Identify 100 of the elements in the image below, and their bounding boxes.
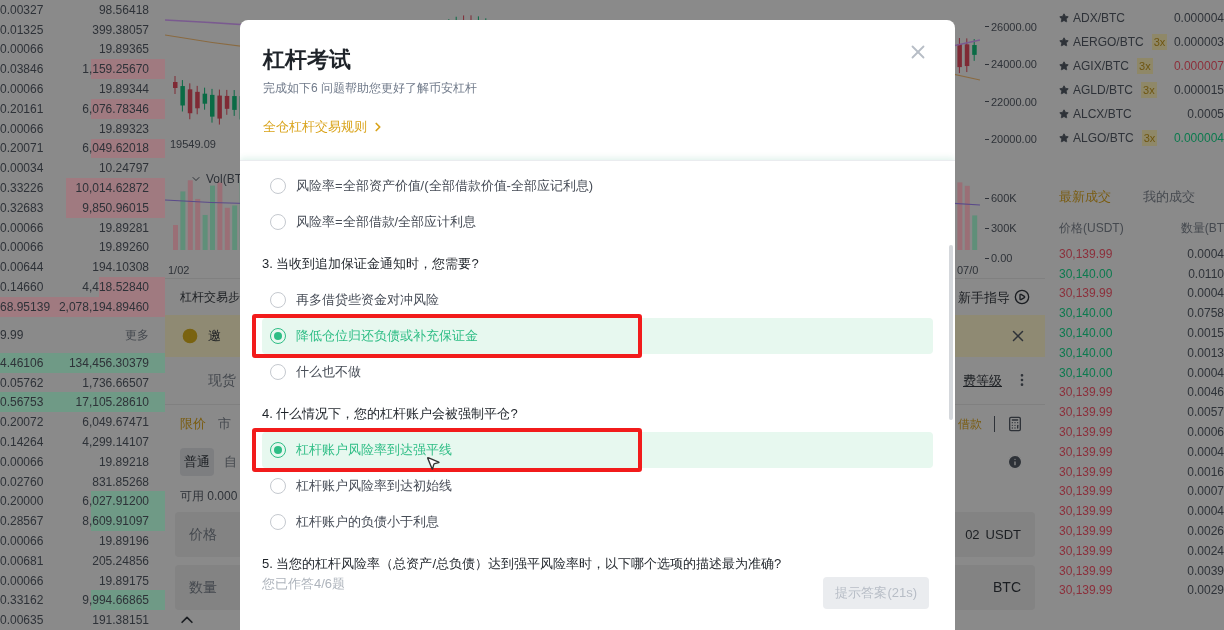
play-icon[interactable] <box>1014 289 1030 306</box>
trade-price: 30,139.99 <box>1059 542 1113 560</box>
question-text: 5. 当您的杠杆风险率（总资产/总负债）达到强平风险率时，以下哪个选项的描述最为准确? <box>262 555 783 573</box>
market-price: 0.000007 <box>1173 58 1224 75</box>
date-label: 1/02 <box>168 263 190 278</box>
order-amount: 0.20000 <box>0 493 44 511</box>
trade-price: 30,139.99 <box>1059 582 1113 600</box>
date-label: 07/0 <box>957 263 979 278</box>
trade-price: 30,139.99 <box>1059 503 1113 521</box>
guide-link[interactable]: 新手指导 <box>958 287 1010 308</box>
answer-option[interactable]: 杠杆账户风险率到达强平线 <box>262 432 933 468</box>
leverage-tag: 3x <box>1141 81 1157 99</box>
trade-amount: 0.0013 <box>1187 344 1224 362</box>
order-amount: 0.00066 <box>0 219 44 237</box>
rules-link[interactable]: 全仓杠杆交易规则 <box>263 117 385 137</box>
market-pair[interactable]: ALGO/BTC <box>1073 129 1134 147</box>
trade-price: 30,140.00 <box>1059 265 1113 283</box>
more-link[interactable]: 更多 <box>125 325 149 344</box>
trade-price: 30,140.00 <box>1059 364 1113 382</box>
answer-option[interactable]: 什么也不做 <box>262 354 933 390</box>
question-text: 4. 什么情况下，您的杠杆账户会被强制平仓? <box>262 405 519 423</box>
order-amount: 0.05762 <box>0 374 44 392</box>
market-price: 0.0005 <box>1187 106 1224 123</box>
order-amount: 0.00635 <box>0 612 44 630</box>
trade-price: 30,140.00 <box>1059 325 1113 343</box>
order-amount: 4.46106 <box>0 354 44 372</box>
volume-label: Vol(BT <box>206 171 242 188</box>
info-icon[interactable] <box>1007 453 1023 470</box>
volume-axis-label: 600K <box>991 190 1017 206</box>
progress-text: 您已作答4/6题 <box>262 575 346 593</box>
trades-tab[interactable]: 我的成交 <box>1143 187 1195 207</box>
price-axis-label: 26000.00 <box>991 19 1037 35</box>
order-amount: 0.01325 <box>0 21 44 39</box>
column-header: 价格(USDT) <box>1059 220 1124 237</box>
order-amount: 0.03846 <box>0 61 44 79</box>
trade-price: 30,139.99 <box>1059 562 1113 580</box>
mode-tab[interactable]: 自 <box>220 448 241 476</box>
trade-amount: 0.0004 <box>1187 245 1224 263</box>
order-total: 205.24856 <box>92 552 149 570</box>
trade-amount: 0.0007 <box>1187 483 1224 501</box>
favorite-star-icon[interactable] <box>1059 37 1069 47</box>
mouse-cursor-icon <box>425 455 441 471</box>
trade-amount: 0.0015 <box>1187 325 1224 343</box>
trade-amount: 0.0110 <box>1188 265 1224 283</box>
mode-tab[interactable]: 普通 <box>180 448 214 476</box>
order-amount: 0.00681 <box>0 552 44 570</box>
mid-price: 9.99 <box>0 326 24 344</box>
calculator-icon[interactable] <box>1007 416 1023 433</box>
order-total: 19.89218 <box>98 453 149 471</box>
favorite-star-icon[interactable] <box>1059 61 1069 71</box>
order-type-tab[interactable]: 市 <box>218 414 231 434</box>
favorite-star-icon[interactable] <box>1059 133 1069 143</box>
order-amount: 0.00066 <box>0 120 44 138</box>
market-pair[interactable]: ADX/BTC <box>1073 9 1125 27</box>
trade-amount: 0.0006 <box>1187 424 1224 442</box>
answer-option[interactable]: 再多借贷些资金对冲风险 <box>262 282 933 318</box>
market-pair[interactable]: AERGO/BTC <box>1073 33 1144 51</box>
volume-axis-label: 0.00 <box>991 250 1013 266</box>
order-amount: 0.00644 <box>0 259 44 277</box>
answer-option[interactable]: 风险率=全部资产价值/(全部借款价值-全部应记利息) <box>262 168 933 204</box>
banner-text: 邀 <box>208 327 221 346</box>
order-amount: 0.32683 <box>0 199 44 217</box>
order-total: 9,994.66865 <box>82 592 149 610</box>
spot-tab[interactable]: 现货 <box>208 369 236 391</box>
order-amount: 0.56753 <box>0 394 44 412</box>
favorite-star-icon[interactable] <box>1059 109 1069 119</box>
market-price: 0.000004 <box>1173 10 1224 27</box>
order-total: 19.89344 <box>98 81 149 99</box>
leverage-tag: 3x <box>1151 33 1168 51</box>
price-axis-label: 24000.00 <box>991 57 1037 72</box>
trade-amount: 0.0004 <box>1187 443 1224 461</box>
market-pair[interactable]: AGLD/BTC <box>1073 81 1133 99</box>
answer-option[interactable]: 风险率=全部借款/全部应计利息 <box>262 204 933 240</box>
order-total: 17,105.28610 <box>75 394 149 412</box>
alert-icon <box>182 328 198 345</box>
answer-option[interactable]: 降低仓位归还负债或补充保证金 <box>262 318 933 354</box>
fee-level-link[interactable]: 费等级 <box>963 370 1002 391</box>
order-total: 19.89175 <box>98 572 149 590</box>
volume-axis-label: 300K <box>991 220 1017 236</box>
trade-price: 30,139.99 <box>1059 245 1113 263</box>
order-amount: 0.02760 <box>0 473 44 491</box>
order-total: 19.89323 <box>98 120 149 138</box>
answer-option[interactable]: 杠杆账户风险率到达初始线 <box>262 468 933 504</box>
order-total: 9,850.96015 <box>82 199 149 217</box>
favorite-star-icon[interactable] <box>1059 85 1069 95</box>
trade-amount: 0.0046 <box>1187 384 1224 402</box>
order-total: 191.38151 <box>92 612 149 630</box>
order-total: 19.89196 <box>98 532 149 550</box>
order-total: 1,159.25670 <box>82 61 149 79</box>
scrollbar-thumb[interactable] <box>949 245 953 420</box>
order-total: 1,736.66507 <box>82 374 149 392</box>
answer-option[interactable]: 杠杆账户的负债小于利息 <box>262 504 933 540</box>
favorite-star-icon[interactable] <box>1059 13 1069 23</box>
order-amount: 0.20072 <box>0 414 44 432</box>
trade-price: 30,139.99 <box>1059 285 1113 303</box>
order-amount: 0.00066 <box>0 532 44 550</box>
market-pair[interactable]: AGIX/BTC <box>1073 57 1129 75</box>
market-pair[interactable]: ALCX/BTC <box>1073 105 1132 123</box>
order-amount: 0.28567 <box>0 513 44 531</box>
order-total: 10,014.62872 <box>75 180 149 198</box>
